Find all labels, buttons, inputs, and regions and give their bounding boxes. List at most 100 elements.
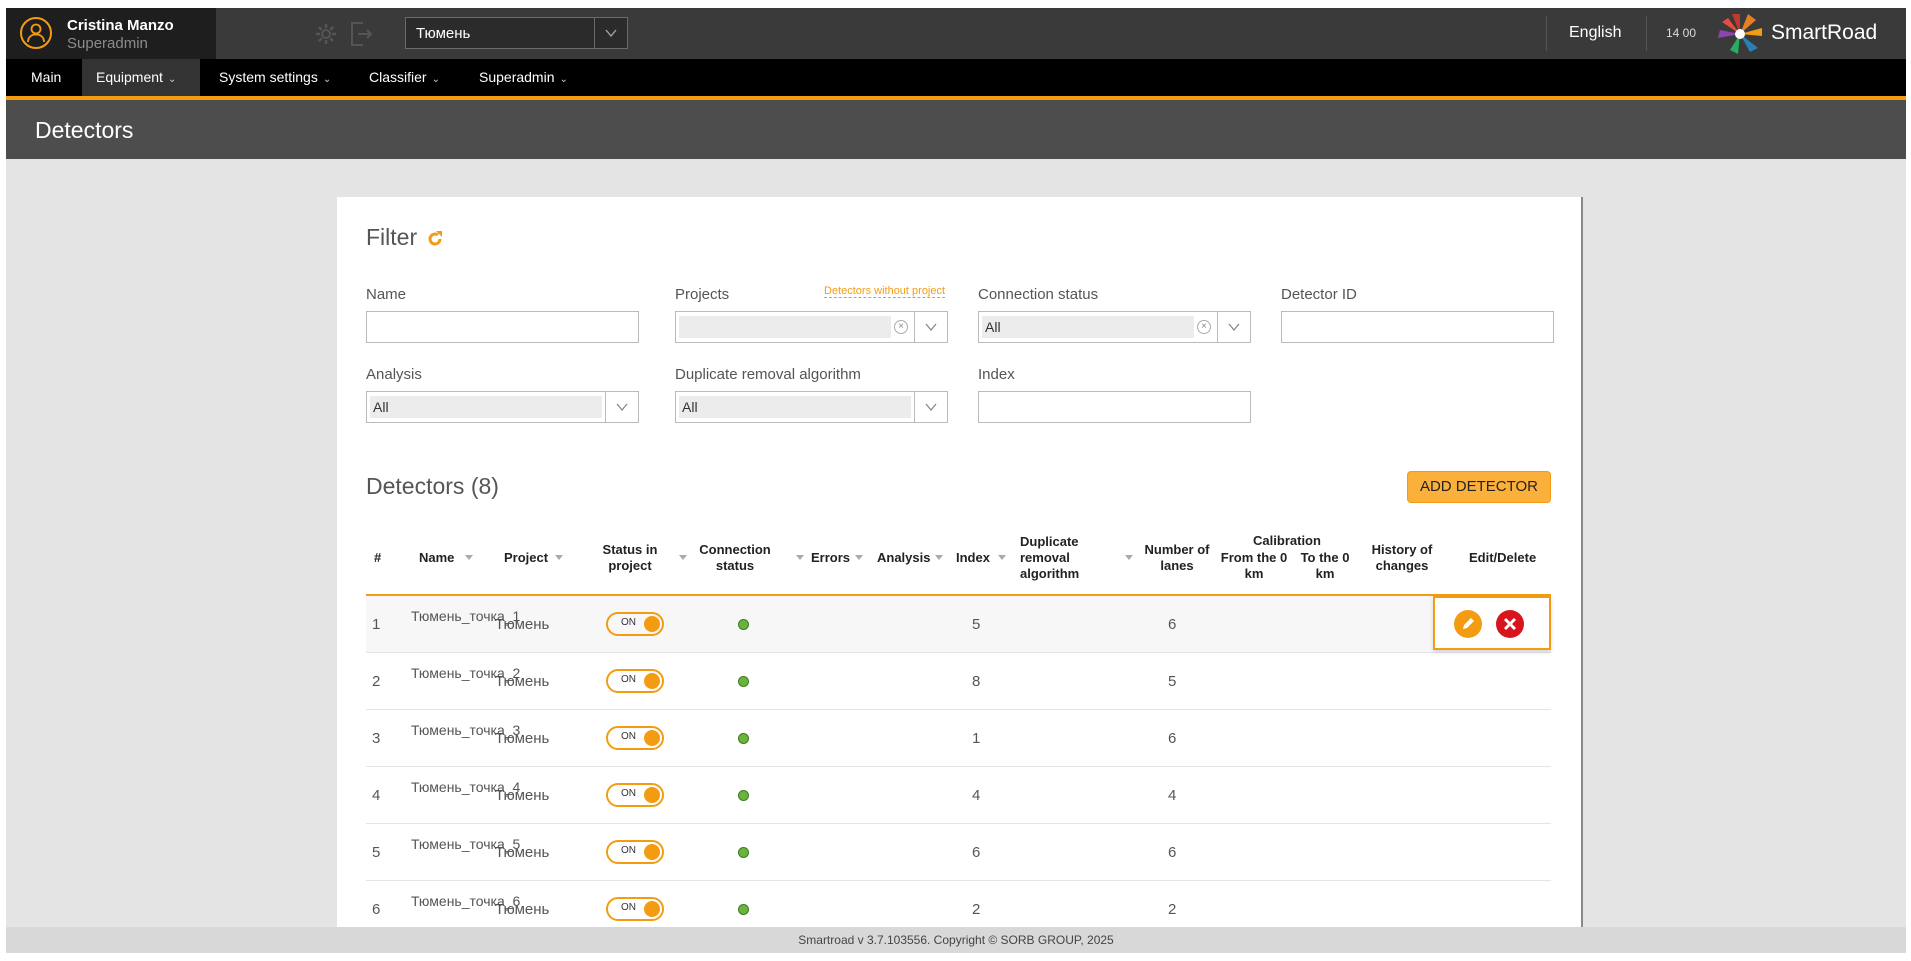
status-toggle[interactable]: ON bbox=[606, 897, 664, 921]
analysis-select[interactable]: All bbox=[366, 391, 639, 423]
row-project: Тюмень bbox=[495, 616, 550, 633]
refresh-icon[interactable] bbox=[426, 230, 444, 253]
row-project: Тюмень bbox=[495, 787, 550, 804]
analysis-label: Analysis bbox=[366, 366, 422, 383]
chevron-down-icon[interactable] bbox=[605, 392, 638, 422]
row-name: Тюмень_точка_6 bbox=[411, 893, 521, 909]
table-row[interactable]: 1 Тюмень_точка_1 Тюмень ON 5 6 bbox=[366, 596, 1551, 653]
city-select[interactable]: Тюмень bbox=[405, 17, 628, 49]
logo-icon bbox=[1718, 14, 1764, 59]
column-name[interactable]: Name bbox=[419, 550, 454, 566]
content-card: Filter Name Projects Detectors without p… bbox=[337, 197, 1583, 927]
sort-icon[interactable] bbox=[855, 555, 863, 560]
language-switch[interactable]: English bbox=[1569, 24, 1621, 42]
duplicate-removal-select[interactable]: All bbox=[675, 391, 948, 423]
status-toggle[interactable]: ON bbox=[606, 726, 664, 750]
menu-item-equipment[interactable]: Equipment ⌄ bbox=[82, 59, 200, 96]
toggle-knob bbox=[644, 787, 660, 803]
table-row[interactable]: 2 Тюмень_точка_2 Тюмень ON 8 5 bbox=[366, 653, 1551, 710]
sort-icon[interactable] bbox=[998, 555, 1006, 560]
column-analysis[interactable]: Analysis bbox=[877, 550, 930, 566]
status-toggle[interactable]: ON bbox=[606, 669, 664, 693]
menu-item-system-settings[interactable]: System settings ⌄ bbox=[205, 59, 345, 96]
sort-icon[interactable] bbox=[1125, 555, 1133, 560]
menu-item-label: System settings bbox=[219, 69, 318, 85]
row-lanes: 5 bbox=[1168, 673, 1177, 690]
chevron-down-icon[interactable] bbox=[914, 312, 947, 342]
column-history: History of changes bbox=[1371, 542, 1433, 573]
row-index: 6 bbox=[972, 844, 981, 861]
city-select-value: Тюмень bbox=[416, 25, 471, 42]
menu-item-classifier[interactable]: Classifier ⌄ bbox=[355, 59, 454, 96]
detector-id-input[interactable] bbox=[1281, 311, 1554, 343]
row-project: Тюмень bbox=[495, 730, 550, 747]
status-toggle[interactable]: ON bbox=[606, 840, 664, 864]
sort-icon[interactable] bbox=[796, 555, 804, 560]
connection-status-dot bbox=[738, 676, 749, 687]
chevron-down-icon[interactable] bbox=[594, 18, 627, 48]
page-title: Detectors bbox=[35, 117, 134, 143]
table-row[interactable]: 5 Тюмень_точка_5 Тюмень ON 6 6 bbox=[366, 824, 1551, 881]
divider bbox=[1546, 16, 1547, 51]
clear-icon[interactable]: × bbox=[894, 320, 908, 334]
row-name: Тюмень_точка_3 bbox=[411, 722, 521, 738]
sort-icon[interactable] bbox=[935, 555, 943, 560]
connection-status-value: All bbox=[982, 316, 1194, 338]
connection-status-dot bbox=[738, 847, 749, 858]
detectors-without-project-link[interactable]: Detectors without project bbox=[824, 285, 946, 298]
row-lanes: 2 bbox=[1168, 901, 1177, 918]
duplicate-removal-value: All bbox=[679, 396, 911, 418]
toggle-knob bbox=[644, 901, 660, 917]
chevron-down-icon[interactable] bbox=[914, 392, 947, 422]
edit-button[interactable] bbox=[1454, 610, 1482, 638]
row-num: 5 bbox=[372, 844, 381, 861]
connection-status-dot bbox=[738, 619, 749, 630]
column-connection-status[interactable]: Connection status bbox=[698, 542, 772, 574]
row-name: Тюмень_точка_1 bbox=[411, 608, 521, 624]
column-number-of-lanes[interactable]: Number of lanes bbox=[1142, 542, 1212, 574]
column-to-0-km[interactable]: To the 0 km bbox=[1295, 550, 1355, 582]
sort-icon[interactable] bbox=[465, 555, 473, 560]
sort-icon[interactable] bbox=[679, 555, 687, 560]
delete-button[interactable] bbox=[1496, 610, 1524, 638]
status-toggle[interactable]: ON bbox=[606, 783, 664, 807]
name-input[interactable] bbox=[366, 311, 639, 343]
duplicate-removal-label: Duplicate removal algorithm bbox=[675, 366, 861, 383]
column-index[interactable]: Index bbox=[956, 550, 990, 566]
sort-icon[interactable] bbox=[555, 555, 563, 560]
add-detector-button[interactable]: ADD DETECTOR bbox=[1407, 471, 1551, 503]
user-block[interactable]: Cristina Manzo Superadmin bbox=[6, 8, 216, 59]
logo-text: SmartRoad bbox=[1771, 21, 1878, 44]
row-actions bbox=[1433, 596, 1551, 650]
column-duplicate-removal[interactable]: Duplicate removal algorithm bbox=[1020, 534, 1090, 582]
connection-status-select[interactable]: All × bbox=[978, 311, 1251, 343]
row-index: 4 bbox=[972, 787, 981, 804]
row-name: Тюмень_точка_5 bbox=[411, 836, 521, 852]
column-errors[interactable]: Errors bbox=[811, 550, 850, 566]
clear-icon[interactable]: × bbox=[1197, 320, 1211, 334]
row-lanes: 6 bbox=[1168, 616, 1177, 633]
main-menu: Main Equipment ⌄ System settings ⌄ Classif… bbox=[6, 59, 1906, 96]
table-row[interactable]: 6 Тюмень_точка_6 Тюмень ON 2 2 bbox=[366, 881, 1551, 927]
table-row[interactable]: 4 Тюмень_точка_4 Тюмень ON 4 4 bbox=[366, 767, 1551, 824]
chevron-down-icon: ⌄ bbox=[167, 74, 177, 85]
footer: Smartroad v 3.7.103556. Copyright © SORB… bbox=[6, 927, 1906, 953]
menu-item-main[interactable]: Main bbox=[17, 59, 75, 96]
connection-status-dot bbox=[738, 733, 749, 744]
user-role: Superadmin bbox=[67, 35, 148, 52]
chevron-down-icon[interactable] bbox=[1217, 312, 1250, 342]
toggle-label: ON bbox=[621, 902, 636, 913]
index-input[interactable] bbox=[978, 391, 1251, 423]
table-row[interactable]: 3 Тюмень_точка_3 Тюмень ON 1 6 bbox=[366, 710, 1551, 767]
column-from-0-km[interactable]: From the 0 km bbox=[1219, 550, 1289, 582]
column-status-in-project[interactable]: Status in project bbox=[600, 542, 660, 574]
column-project[interactable]: Project bbox=[504, 550, 548, 566]
row-lanes: 6 bbox=[1168, 844, 1177, 861]
projects-select[interactable]: × bbox=[675, 311, 948, 343]
menu-item-superadmin[interactable]: Superadmin ⌄ bbox=[465, 59, 582, 96]
chevron-down-icon: ⌄ bbox=[431, 74, 440, 85]
row-num: 1 bbox=[372, 616, 381, 633]
gear-icon[interactable] bbox=[314, 22, 338, 51]
status-toggle[interactable]: ON bbox=[606, 612, 664, 636]
logout-icon[interactable] bbox=[349, 21, 373, 52]
